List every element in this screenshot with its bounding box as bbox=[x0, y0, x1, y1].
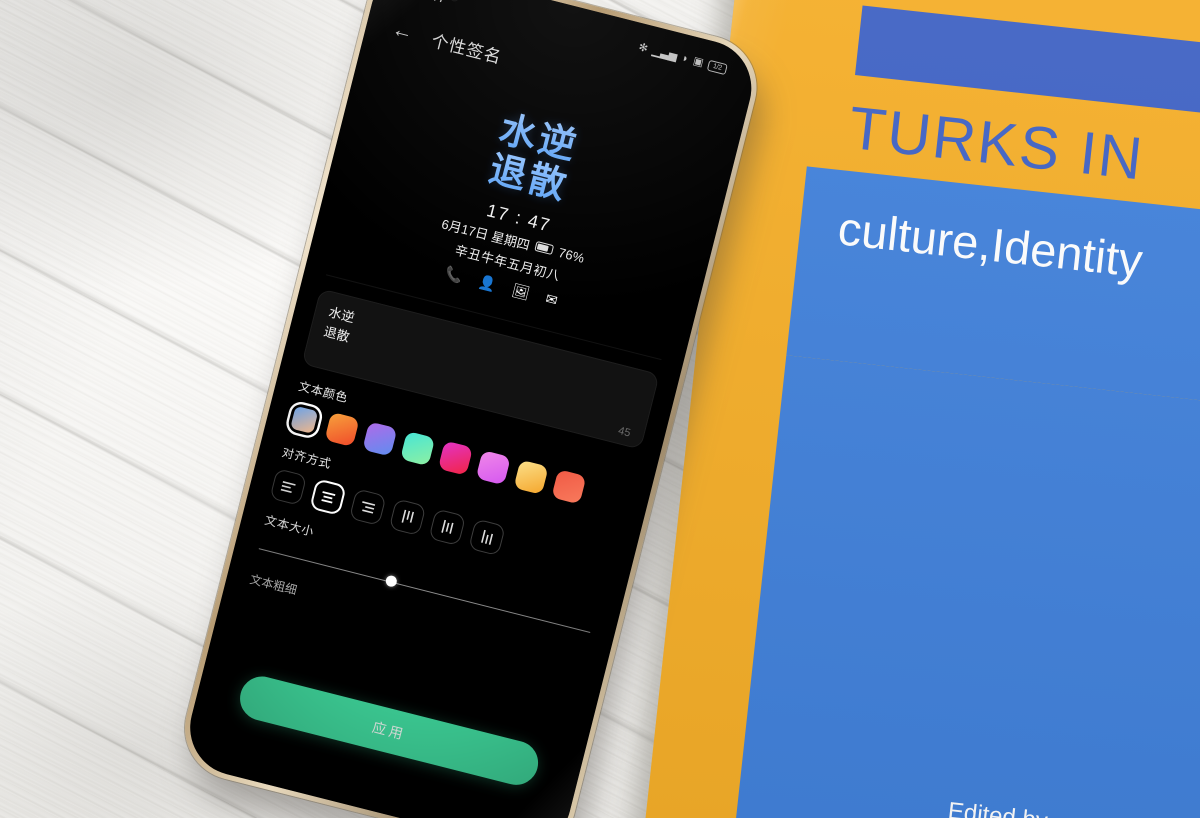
color-swatch-yellow-orange[interactable] bbox=[513, 459, 549, 495]
color-swatch-pink-violet[interactable] bbox=[475, 449, 511, 486]
align-left-icon bbox=[280, 480, 296, 493]
character-counter: 45 bbox=[616, 424, 632, 440]
color-swatch-magenta-red[interactable] bbox=[437, 440, 474, 476]
messages-icon: ✉ bbox=[544, 290, 560, 309]
color-swatch-blue-peach[interactable] bbox=[287, 402, 322, 437]
gallery-icon: 🖼 bbox=[510, 281, 532, 302]
sim-icon: ▣ bbox=[691, 54, 705, 69]
battery-icon: 1/2 bbox=[706, 59, 728, 75]
back-arrow-icon[interactable]: ← bbox=[390, 17, 416, 44]
wifi-icon: ◗ bbox=[680, 51, 691, 65]
color-swatch-purple-blue[interactable] bbox=[362, 421, 398, 457]
color-swatch-red-coral[interactable] bbox=[551, 469, 587, 505]
preview-battery-icon bbox=[534, 241, 555, 256]
bluetooth-icon: ✻ bbox=[637, 40, 650, 55]
align-vertical-top-icon bbox=[401, 509, 415, 523]
phone-icon: 📞 bbox=[443, 264, 465, 285]
align-left-button[interactable] bbox=[269, 468, 308, 506]
preview-battery-percent: 76% bbox=[556, 244, 586, 266]
align-vertical-top-button[interactable] bbox=[388, 498, 427, 536]
align-right-button[interactable] bbox=[348, 488, 387, 526]
align-vertical-middle-icon bbox=[441, 519, 454, 534]
status-time: 17:47 bbox=[409, 0, 449, 6]
align-vertical-bottom-button[interactable] bbox=[468, 518, 506, 556]
page-title: 个性签名 bbox=[429, 30, 504, 67]
apply-button[interactable]: 应用 bbox=[235, 671, 543, 790]
align-center-button[interactable] bbox=[309, 478, 347, 516]
align-right-icon bbox=[362, 501, 376, 514]
photo-scene: TURKS IN culture,Identity Edited by Tali… bbox=[0, 0, 1200, 818]
slider-knob[interactable] bbox=[384, 574, 399, 588]
color-swatch-cyan-green[interactable] bbox=[400, 430, 436, 467]
align-vertical-bottom-icon bbox=[481, 529, 494, 545]
signal-icon: ▁▃▅ bbox=[651, 44, 679, 63]
color-swatch-orange-red[interactable] bbox=[324, 411, 360, 447]
contacts-icon: 👤 bbox=[476, 273, 498, 293]
align-vertical-middle-button[interactable] bbox=[428, 508, 467, 546]
align-center-icon bbox=[321, 490, 336, 504]
